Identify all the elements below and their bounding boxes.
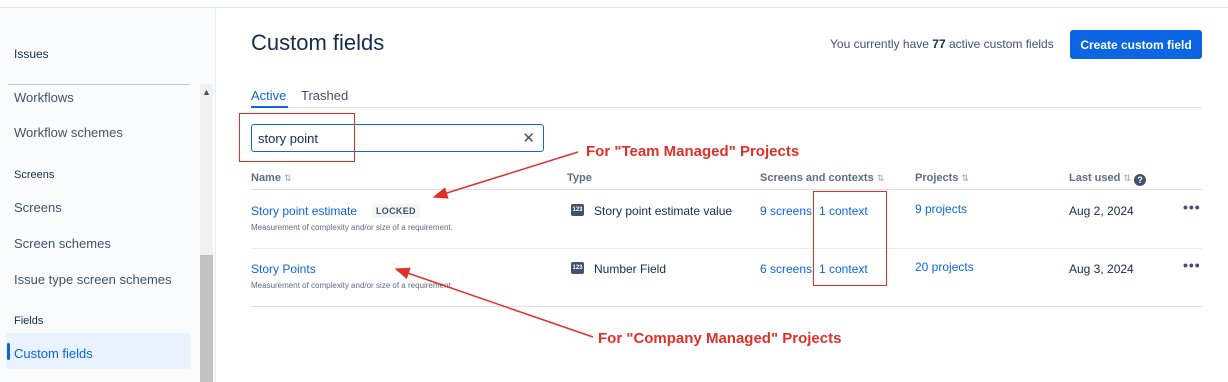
column-header-name-label: Name [251,172,281,184]
row-divider [251,248,1202,249]
annotation-box-search [239,113,355,162]
screens-link[interactable]: 9 screens [760,204,812,218]
active-count-prefix: You currently have [830,37,929,51]
create-custom-field-button[interactable]: Create custom field [1070,30,1202,59]
column-header-projects[interactable]: Projects ⇅ [915,172,969,184]
field-type: Number Field [594,262,667,276]
sidebar-heading-fields: Fields [14,315,44,327]
sort-icon[interactable]: ⇅ [1123,173,1131,183]
sidebar-item-screen-schemes[interactable]: Screen schemes [14,236,111,251]
field-description: Measurement of complexity and/or size of… [251,223,453,232]
column-header-last-used-label: Last used [1069,172,1121,184]
more-actions-icon[interactable]: ••• [1183,257,1201,273]
number-type-icon: 123 [571,262,584,274]
sort-icon[interactable]: ⇅ [284,173,292,183]
active-count-suffix: active custom fields [949,37,1054,51]
table-bottom-divider [251,306,1202,307]
more-actions-icon[interactable]: ••• [1183,199,1201,215]
tab-trashed[interactable]: Trashed [301,88,348,103]
sidebar-separator [8,84,190,85]
sidebar-scrollbar-thumb[interactable] [200,255,213,382]
active-count-number: 77 [932,37,946,51]
sidebar-divider [215,8,216,382]
sidebar-active-indicator [7,343,10,360]
table-header-divider [251,189,1202,190]
sidebar-heading-screens: Screens [14,169,55,181]
sidebar-item-issue-type-screen-schemes[interactable]: Issue type screen schemes [14,272,172,287]
help-icon[interactable]: ? [1134,174,1147,186]
tabs-divider [251,107,1202,108]
annotation-team-managed: For "Team Managed" Projects [586,143,800,160]
tab-active-underline [251,106,288,108]
field-description: Measurement of complexity and/or size of… [251,281,453,290]
scroll-up-arrow-icon[interactable]: ▲ [200,86,213,98]
field-name-link[interactable]: Story Points [251,262,316,276]
sidebar-item-workflow-schemes[interactable]: Workflow schemes [14,125,123,140]
column-header-type: Type [567,172,592,184]
column-header-projects-label: Projects [915,172,959,184]
annotation-box-contexts [813,191,887,286]
column-header-screens-contexts[interactable]: Screens and contexts ⇅ [760,172,884,184]
sort-icon[interactable]: ⇅ [877,173,885,183]
sidebar-item-screens[interactable]: Screens [14,200,62,215]
clear-search-icon[interactable]: ✕ [522,129,535,147]
number-type-icon: 123 [571,204,584,216]
annotation-arrow-company [394,267,594,338]
last-used-date: Aug 3, 2024 [1069,262,1134,276]
column-header-screens-contexts-label: Screens and contexts [760,172,874,184]
sidebar-heading-issues: Issues [14,47,49,61]
sort-icon[interactable]: ⇅ [961,173,969,183]
column-header-name[interactable]: Name ⇅ [251,172,292,184]
active-count-text: You currently have 77 active custom fiel… [830,37,1054,51]
projects-link[interactable]: 20 projects [915,260,974,274]
field-name-link[interactable]: Story point estimate [251,204,357,218]
projects-link[interactable]: 9 projects [915,202,967,216]
screens-link[interactable]: 6 screens [760,262,812,276]
last-used-date: Aug 2, 2024 [1069,204,1134,218]
sidebar-item-workflows[interactable]: Workflows [14,90,74,105]
sidebar-item-custom-fields[interactable]: Custom fields [14,346,93,361]
locked-badge: LOCKED [372,204,420,218]
column-header-last-used[interactable]: Last used ⇅ ? [1069,172,1147,186]
annotation-arrow-team [432,151,579,199]
field-type: Story point estimate value [594,204,733,218]
tab-active[interactable]: Active [251,88,286,103]
page-title: Custom fields [251,30,385,55]
annotation-company-managed: For "Company Managed" Projects [598,330,842,347]
